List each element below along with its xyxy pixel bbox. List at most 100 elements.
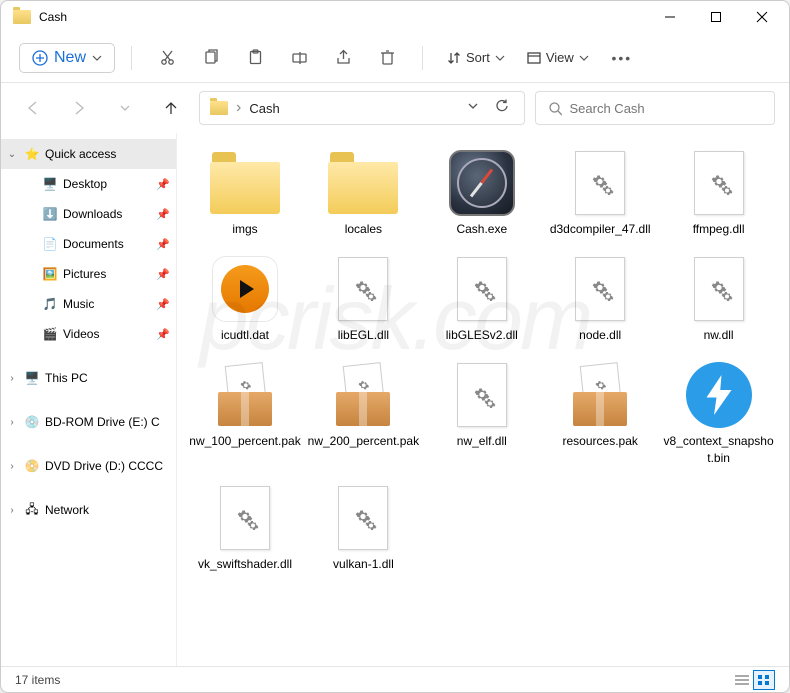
pc-icon: 🖥️ <box>23 371 41 385</box>
sidebar-item-documents[interactable]: 📄 Documents 📌 <box>19 229 176 259</box>
chevron-down-icon <box>579 53 589 63</box>
view-button[interactable]: View <box>519 45 597 70</box>
close-button[interactable] <box>739 1 785 33</box>
chevron-right-icon: › <box>5 505 19 516</box>
file-name: nw_elf.dll <box>457 433 507 449</box>
dll-icon <box>446 253 518 325</box>
file-name: vulkan-1.dll <box>333 556 394 572</box>
pin-icon: 📌 <box>156 238 170 251</box>
file-item[interactable]: Cash.exe <box>424 141 540 243</box>
sort-button[interactable]: Sort <box>439 45 513 70</box>
breadcrumb-separator: › <box>236 99 241 117</box>
pak-icon <box>564 359 636 431</box>
sidebar-item-dvd-drive[interactable]: › 📀 DVD Drive (D:) CCCC <box>1 451 176 481</box>
copy-button[interactable] <box>192 40 230 76</box>
search-box[interactable] <box>535 91 775 125</box>
sidebar-item-bd-drive[interactable]: › 💿 BD-ROM Drive (E:) C <box>1 407 176 437</box>
file-item[interactable]: ffmpeg.dll <box>661 141 777 243</box>
file-item[interactable]: vulkan-1.dll <box>305 476 421 578</box>
breadcrumb-current[interactable]: Cash <box>249 101 455 116</box>
pak-icon <box>327 359 399 431</box>
file-name: nw_200_percent.pak <box>308 433 419 449</box>
sidebar-item-desktop[interactable]: 🖥️Desktop📌 <box>19 169 176 199</box>
file-item[interactable]: resources.pak <box>542 353 658 471</box>
address-history-button[interactable] <box>463 95 483 121</box>
file-item[interactable]: imgs <box>187 141 303 243</box>
file-name: nw_100_percent.pak <box>189 433 300 449</box>
sidebar-item-label: Pictures <box>63 267 152 281</box>
file-name: Cash.exe <box>456 221 507 237</box>
documents-icon: 📄 <box>41 237 59 251</box>
sidebar-item-downloads[interactable]: ⬇️Downloads📌 <box>19 199 176 229</box>
sidebar-item-label: DVD Drive (D:) CCCC <box>45 459 170 473</box>
file-item[interactable]: vk_swiftshader.dll <box>187 476 303 578</box>
sidebar-item-network[interactable]: › 🖧 Network <box>1 495 176 525</box>
file-item[interactable]: icudtl.dat <box>187 247 303 349</box>
sidebar-item-quick-access[interactable]: ⌄ ⭐ Quick access <box>1 139 176 169</box>
file-item[interactable]: nw_elf.dll <box>424 353 540 471</box>
downloads-icon: ⬇️ <box>41 207 59 221</box>
address-bar[interactable]: › Cash <box>199 91 525 125</box>
sidebar-item-label: Documents <box>63 237 152 251</box>
sidebar-item-label: Music <box>63 297 152 311</box>
chevron-down-icon <box>92 53 102 63</box>
forward-button[interactable] <box>61 90 97 126</box>
sidebar-item-videos[interactable]: 🎬Videos📌 <box>19 319 176 349</box>
file-name: vk_swiftshader.dll <box>198 556 292 572</box>
sidebar-item-this-pc[interactable]: › 🖥️ This PC <box>1 363 176 393</box>
chevron-down-icon <box>495 53 505 63</box>
sidebar-item-label: This PC <box>45 371 170 385</box>
file-item[interactable]: node.dll <box>542 247 658 349</box>
new-button[interactable]: New <box>19 43 115 73</box>
address-row: › Cash <box>1 83 789 133</box>
file-item[interactable]: locales <box>305 141 421 243</box>
recent-button[interactable] <box>107 90 143 126</box>
explorer-window: Cash New Sort View ••• <box>0 0 790 693</box>
titlebar: Cash <box>1 1 789 33</box>
details-view-button[interactable] <box>731 670 753 690</box>
sidebar-item-label: Quick access <box>45 147 170 161</box>
network-icon: 🖧 <box>23 500 41 521</box>
back-button[interactable] <box>15 90 51 126</box>
minimize-button[interactable] <box>647 1 693 33</box>
rename-button[interactable] <box>280 40 318 76</box>
more-button[interactable]: ••• <box>603 40 641 76</box>
refresh-button[interactable] <box>491 94 514 122</box>
file-name: locales <box>345 221 382 237</box>
dll-icon <box>683 253 755 325</box>
folder-icon <box>210 101 228 115</box>
file-item[interactable]: nw_100_percent.pak <box>187 353 303 471</box>
sidebar-item-pictures[interactable]: 🖼️Pictures📌 <box>19 259 176 289</box>
maximize-button[interactable] <box>693 1 739 33</box>
dll-icon <box>327 253 399 325</box>
paste-button[interactable] <box>236 40 274 76</box>
file-item[interactable]: d3dcompiler_47.dll <box>542 141 658 243</box>
search-input[interactable] <box>570 101 763 116</box>
window-title: Cash <box>39 10 647 24</box>
dll-icon <box>209 482 281 554</box>
share-button[interactable] <box>324 40 362 76</box>
up-button[interactable] <box>153 90 189 126</box>
pak-icon <box>209 359 281 431</box>
file-item[interactable]: libEGL.dll <box>305 247 421 349</box>
search-icon <box>548 101 562 116</box>
dll-icon <box>564 147 636 219</box>
sidebar-item-label: Videos <box>63 327 152 341</box>
file-name: nw.dll <box>704 327 734 343</box>
dll-icon <box>683 147 755 219</box>
dll-icon <box>327 482 399 554</box>
file-pane[interactable]: imgs locales Cash.exe d3dcompiler_47.dllffm… <box>177 133 789 666</box>
delete-button[interactable] <box>368 40 406 76</box>
sort-label: Sort <box>466 50 490 65</box>
sidebar-item-music[interactable]: 🎵Music📌 <box>19 289 176 319</box>
file-item[interactable]: nw.dll <box>661 247 777 349</box>
file-item[interactable]: nw_200_percent.pak <box>305 353 421 471</box>
file-item[interactable]: v8_context_snapshot.bin <box>661 353 777 471</box>
file-item[interactable]: libGLESv2.dll <box>424 247 540 349</box>
pin-icon: 📌 <box>156 298 170 311</box>
cut-button[interactable] <box>148 40 186 76</box>
chevron-right-icon: › <box>5 373 19 384</box>
file-name: libGLESv2.dll <box>446 327 518 343</box>
icons-view-button[interactable] <box>753 670 775 690</box>
folder-icon <box>327 147 399 219</box>
